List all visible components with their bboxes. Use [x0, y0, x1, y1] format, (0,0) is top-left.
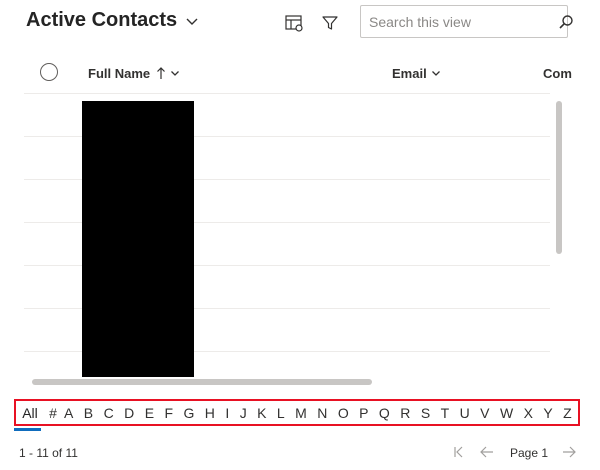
arrow-left-icon: [480, 446, 493, 458]
record-count: 1 - 11 of 11: [19, 446, 78, 460]
jump-letter-b[interactable]: B: [84, 405, 93, 421]
jump-letter-c[interactable]: C: [104, 405, 114, 421]
select-all-checkbox[interactable]: [40, 63, 58, 81]
first-page-icon: [454, 446, 463, 458]
chevron-down-icon: [431, 71, 440, 76]
jump-letter-h[interactable]: H: [205, 405, 215, 421]
jump-letter-y[interactable]: Y: [543, 405, 552, 421]
page-title: Active Contacts: [26, 9, 178, 31]
jump-letter-e[interactable]: E: [145, 405, 154, 421]
header-divider: [24, 93, 550, 94]
search-box: [360, 5, 573, 38]
jump-letter-o[interactable]: O: [338, 405, 349, 421]
filter-button[interactable]: [319, 12, 341, 34]
column-header-email[interactable]: Email: [392, 58, 441, 88]
view-selector[interactable]: Active Contacts: [26, 9, 199, 32]
jump-letter-i[interactable]: I: [225, 405, 229, 421]
chevron-down-icon: [171, 71, 180, 76]
jump-letter-j[interactable]: J: [240, 405, 247, 421]
column-label: Com: [543, 65, 572, 81]
arrow-right-icon: [563, 446, 576, 458]
jump-letter-k[interactable]: K: [257, 405, 266, 421]
jump-letter-n[interactable]: N: [317, 405, 327, 421]
jump-all[interactable]: All: [16, 405, 42, 421]
previous-page-button[interactable]: [479, 441, 495, 463]
horizontal-scrollbar[interactable]: [32, 379, 372, 385]
jump-letter-q[interactable]: Q: [379, 405, 390, 421]
search-icon: [559, 14, 573, 29]
jump-letter-a[interactable]: A: [64, 405, 73, 421]
jump-letter-l[interactable]: L: [277, 405, 285, 421]
redacted-names-block: [82, 101, 194, 377]
edit-columns-icon[interactable]: [283, 12, 305, 34]
vertical-scrollbar[interactable]: [556, 101, 562, 254]
selected-jump-indicator: [14, 428, 41, 431]
jump-letter-m[interactable]: M: [295, 405, 307, 421]
table-settings-icon: [285, 15, 303, 32]
jump-letter-p[interactable]: P: [359, 405, 368, 421]
search-input[interactable]: [361, 6, 558, 37]
jump-letter-d[interactable]: D: [124, 405, 134, 421]
jump-letters: A B C D E F G H I J K L M N O P Q R S T …: [64, 405, 578, 421]
jump-letter-g[interactable]: G: [183, 405, 194, 421]
jump-letter-f[interactable]: F: [164, 405, 173, 421]
column-header-full-name[interactable]: Full Name: [88, 58, 180, 88]
jump-hash[interactable]: #: [42, 405, 64, 421]
alphabet-jump-bar: All # A B C D E F G H I J K L M N O P Q …: [14, 399, 580, 426]
jump-letter-z[interactable]: Z: [563, 405, 572, 421]
jump-letter-t[interactable]: T: [441, 405, 450, 421]
jump-letter-r[interactable]: R: [400, 405, 410, 421]
column-label: Full Name: [88, 65, 151, 81]
chevron-down-icon: [186, 18, 198, 25]
jump-letter-v[interactable]: V: [480, 405, 489, 421]
column-label: Email: [392, 65, 427, 81]
jump-letter-x[interactable]: X: [524, 405, 533, 421]
page-indicator: Page 1: [510, 446, 549, 460]
column-header-company[interactable]: Com: [543, 58, 572, 88]
search-button[interactable]: [558, 14, 574, 30]
filter-icon: [322, 16, 338, 30]
sort-ascending-icon: [157, 67, 166, 79]
first-page-button[interactable]: [452, 441, 466, 463]
next-page-button[interactable]: [561, 441, 577, 463]
jump-letter-u[interactable]: U: [460, 405, 470, 421]
jump-letter-w[interactable]: W: [500, 405, 513, 421]
jump-letter-s[interactable]: S: [421, 405, 430, 421]
